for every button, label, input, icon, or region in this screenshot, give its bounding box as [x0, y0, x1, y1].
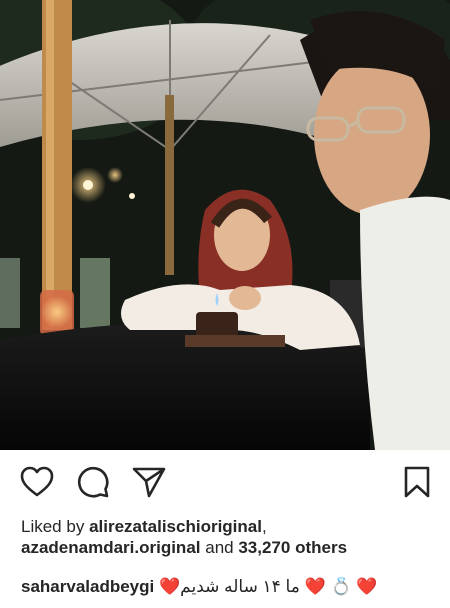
- liked-by-label: Liked by: [21, 517, 85, 536]
- heart-emoji-3: ❤️: [356, 577, 378, 596]
- caption-text: ما ۱۴ ساله شدیم: [180, 577, 300, 596]
- and-label: and: [205, 538, 234, 557]
- share-button[interactable]: [131, 464, 167, 500]
- post-caption: saharvaladbeygi ❤️ما ۱۴ ساله شدیم ❤️ 💍 ❤…: [21, 576, 441, 597]
- likes-summary: Liked by alirezatalischioriginal, azaden…: [21, 516, 441, 558]
- instagram-post: Liked by alirezatalischioriginal, azaden…: [0, 0, 450, 608]
- liker-separator: ,: [261, 517, 267, 536]
- comment-icon: [76, 465, 110, 499]
- caption-username[interactable]: saharvaladbeygi: [21, 577, 154, 596]
- bookmark-icon: [403, 466, 431, 498]
- ring-emoji: 💍: [330, 577, 352, 596]
- paper-plane-icon: [132, 466, 166, 498]
- action-bar: [0, 450, 450, 514]
- comment-button[interactable]: [75, 464, 111, 500]
- likes-others-link[interactable]: 33,270 others: [238, 538, 347, 557]
- heart-outline-icon: [20, 466, 54, 498]
- liker-username-2[interactable]: azadenamdari.original: [21, 538, 201, 557]
- post-photo[interactable]: [0, 0, 450, 450]
- save-button[interactable]: [399, 464, 435, 500]
- like-button[interactable]: [19, 464, 55, 500]
- heart-emoji: ❤️: [158, 577, 181, 596]
- liker-username-1[interactable]: alirezatalischioriginal: [89, 517, 262, 536]
- photo-illustration: [0, 0, 450, 450]
- heart-emoji-2: ❤️: [304, 577, 326, 596]
